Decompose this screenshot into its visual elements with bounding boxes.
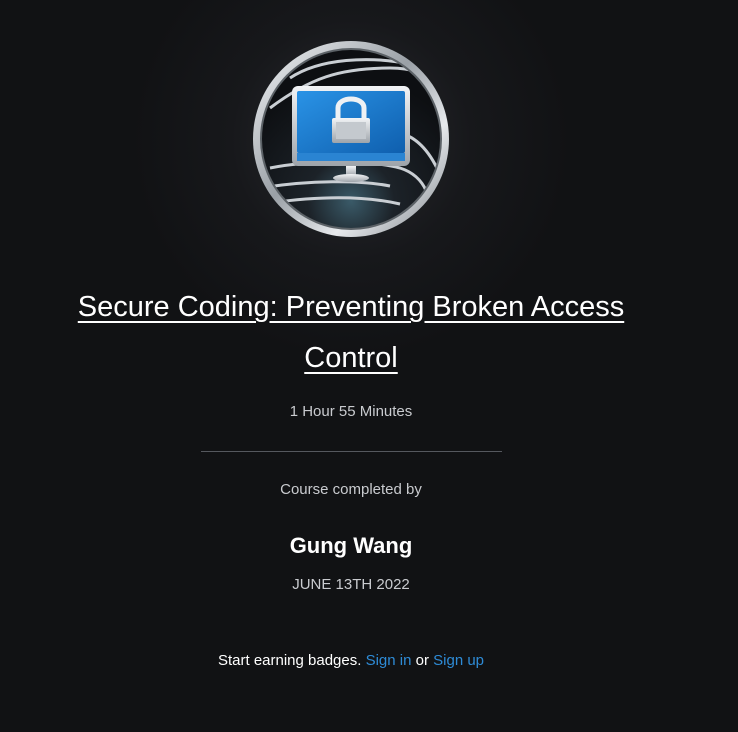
lock-monitor-icon bbox=[253, 41, 449, 237]
sign-in-link[interactable]: Sign in bbox=[366, 652, 412, 669]
footer-cta: Start earning badges. Sign in or Sign up bbox=[0, 652, 702, 669]
divider bbox=[201, 451, 502, 452]
course-duration: 1 Hour 55 Minutes bbox=[289, 403, 413, 420]
course-badge bbox=[250, 38, 452, 240]
completion-date: JUNE 13TH 2022 bbox=[292, 576, 410, 593]
completed-by-label: Course completed by bbox=[280, 481, 422, 498]
footer-or: or bbox=[415, 652, 429, 669]
badge-page: Secure Coding: Preventing Broken Access … bbox=[0, 0, 738, 732]
sign-up-link[interactable]: Sign up bbox=[433, 652, 484, 669]
user-name: Gung Wang bbox=[289, 533, 413, 558]
footer-prompt: Start earning badges. bbox=[217, 652, 362, 669]
course-title-link[interactable]: Secure Coding: Preventing Broken Access … bbox=[50, 282, 652, 384]
